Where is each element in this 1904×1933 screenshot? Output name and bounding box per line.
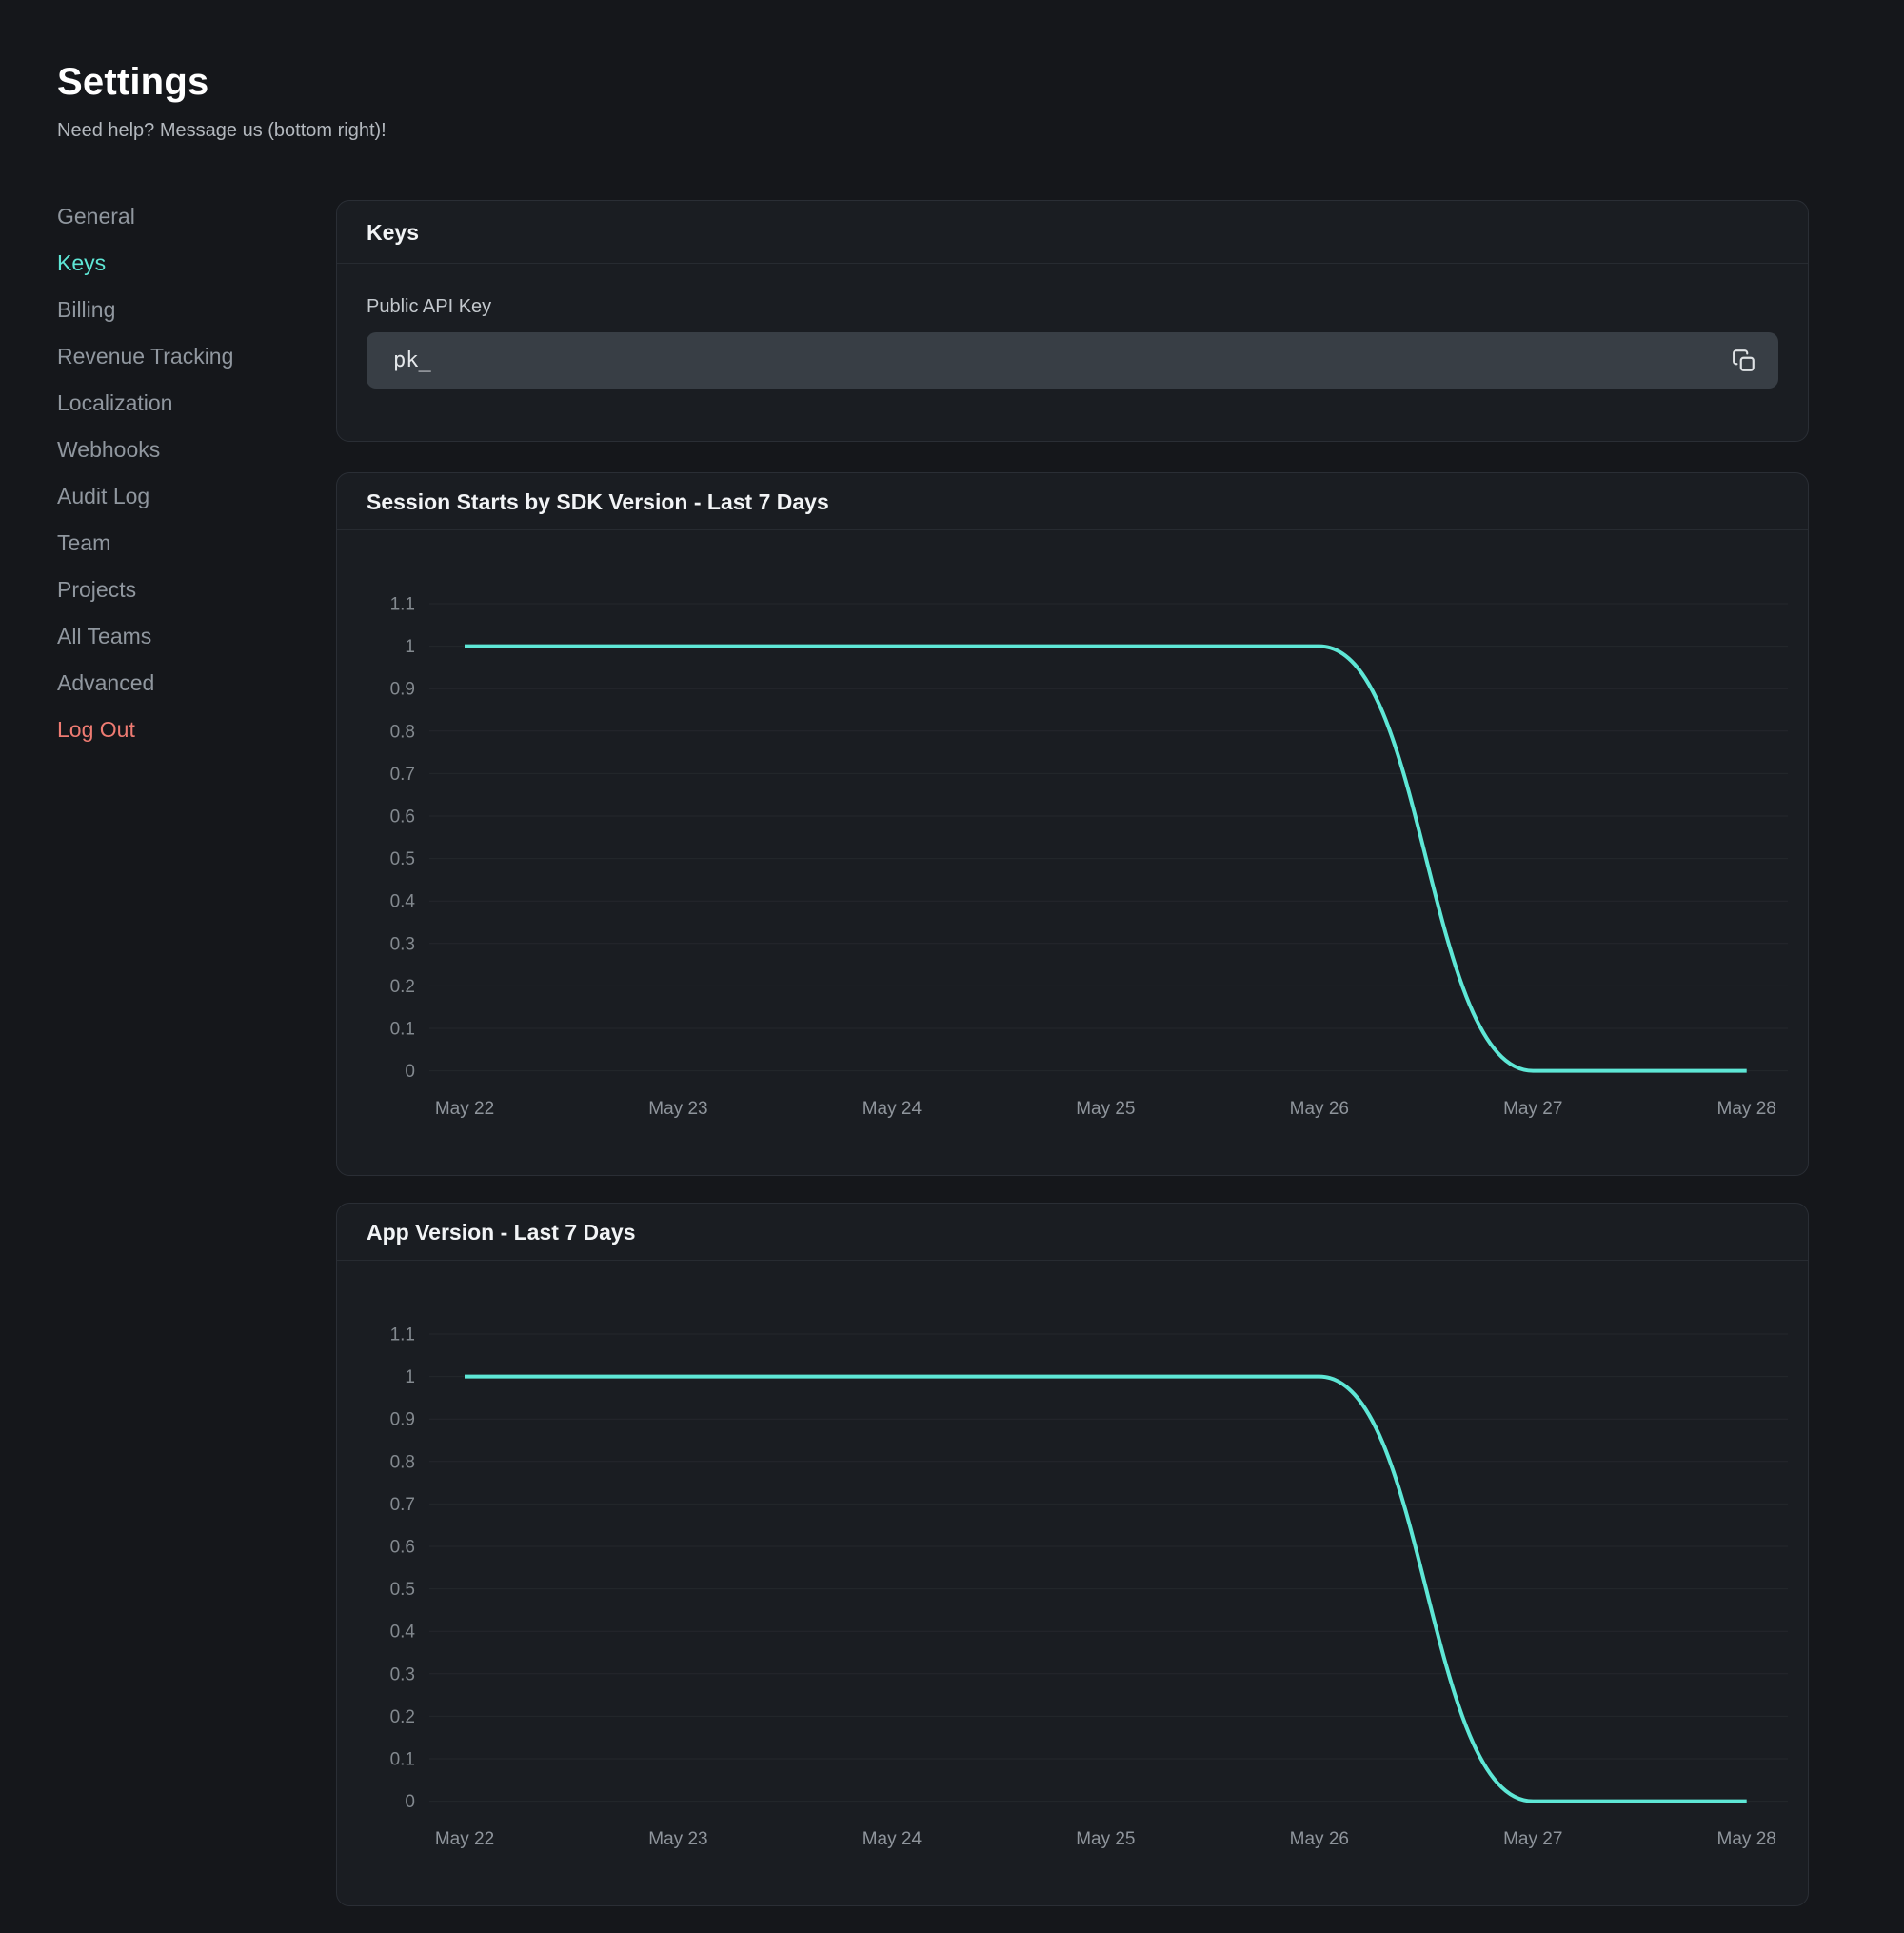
sidebar-item-audit-log[interactable]: Audit Log (57, 473, 295, 520)
y-tick-label: 0.1 (390, 1020, 415, 1040)
page-subtitle: Need help? Message us (bottom right)! (57, 118, 387, 143)
y-tick-label: 0.6 (390, 807, 415, 827)
keys-card-title: Keys (337, 201, 1808, 264)
y-tick-label: 0.2 (390, 977, 415, 997)
x-tick-label: May 23 (648, 1829, 707, 1849)
sidebar-item-localization[interactable]: Localization (57, 380, 295, 427)
x-tick-label: May 26 (1290, 1829, 1349, 1849)
y-tick-label: 0.3 (390, 934, 415, 954)
y-tick-label: 0 (405, 1062, 415, 1082)
api-key-row (367, 332, 1778, 389)
y-tick-label: 0.4 (390, 892, 416, 912)
x-tick-label: May 22 (435, 1099, 494, 1119)
copy-button[interactable] (1725, 342, 1763, 380)
line-chart: 1.1 1 0.9 0.8 0.7 0.6 0.5 0.4 0.3 0.2 0.1 0 May 22 Ma… (337, 1261, 1808, 1906)
line-chart: 1.1 1 0.9 0.8 0.7 0.6 0.5 0.4 0.3 0.2 0.1 0 May 22 Ma… (337, 530, 1808, 1176)
sidebar-item-advanced[interactable]: Advanced (57, 660, 295, 707)
sidebar-item-projects[interactable]: Projects (57, 567, 295, 613)
x-tick-label: May 24 (863, 1829, 922, 1849)
x-tick-label: May 28 (1717, 1829, 1776, 1849)
sidebar-item-general[interactable]: General (57, 193, 295, 240)
y-tick-label: 0.5 (390, 849, 415, 869)
x-tick-label: May 24 (863, 1099, 922, 1119)
chart-card-sdk-version: Session Starts by SDK Version - Last 7 D… (336, 472, 1809, 1176)
y-tick-label: 0.7 (390, 1495, 415, 1515)
copy-icon (1732, 349, 1756, 373)
y-tick-label: 1 (405, 1367, 415, 1387)
main-content: Keys Public API Key Session Starts by SD… (336, 200, 1809, 1933)
x-tick-label: May 25 (1076, 1099, 1135, 1119)
y-tick-label: 1.1 (390, 595, 415, 615)
charts-container: Session Starts by SDK Version - Last 7 D… (336, 472, 1809, 1906)
x-tick-label: May 27 (1503, 1829, 1562, 1849)
y-tick-label: 0.3 (390, 1664, 415, 1684)
x-tick-label: May 23 (648, 1099, 707, 1119)
sidebar-item-keys[interactable]: Keys (57, 240, 295, 287)
y-tick-label: 0.8 (390, 722, 415, 742)
chart-title: App Version - Last 7 Days (337, 1204, 1808, 1261)
x-tick-label: May 28 (1717, 1099, 1776, 1119)
y-tick-label: 0.5 (390, 1580, 415, 1600)
chart-card-app-version: App Version - Last 7 Days 1.1 1 0.9 0.8 0.7 0.… (336, 1203, 1809, 1906)
x-tick-label: May 22 (435, 1829, 494, 1849)
y-tick-label: 0.9 (390, 680, 415, 700)
y-tick-label: 0.6 (390, 1538, 415, 1558)
public-api-key-label: Public API Key (367, 294, 1778, 319)
page-title: Settings (57, 59, 387, 105)
y-tick-label: 0.9 (390, 1410, 415, 1430)
sidebar-item-webhooks[interactable]: Webhooks (57, 427, 295, 473)
sidebar-item-revenue-tracking[interactable]: Revenue Tracking (57, 333, 295, 380)
y-tick-label: 1.1 (390, 1325, 415, 1345)
x-tick-label: May 25 (1076, 1829, 1135, 1849)
api-key-input[interactable] (367, 332, 1778, 389)
page-header: Settings Need help? Message us (bottom r… (57, 59, 387, 143)
y-tick-label: 0.8 (390, 1452, 415, 1472)
y-tick-label: 0.7 (390, 765, 415, 785)
y-tick-label: 0.1 (390, 1750, 415, 1770)
sidebar-item-all-teams[interactable]: All Teams (57, 613, 295, 660)
y-tick-label: 0.4 (390, 1623, 416, 1643)
x-tick-label: May 26 (1290, 1099, 1349, 1119)
y-tick-label: 1 (405, 637, 415, 657)
sidebar-item-billing[interactable]: Billing (57, 287, 295, 333)
y-tick-label: 0 (405, 1792, 415, 1812)
keys-card: Keys Public API Key (336, 200, 1809, 442)
keys-card-body: Public API Key (337, 264, 1808, 389)
sidebar-item-log-out[interactable]: Log Out (57, 707, 295, 753)
sidebar-item-team[interactable]: Team (57, 520, 295, 567)
y-tick-label: 0.2 (390, 1707, 415, 1727)
sidebar: GeneralKeysBillingRevenue TrackingLocali… (57, 193, 295, 753)
chart-title: Session Starts by SDK Version - Last 7 D… (337, 473, 1808, 530)
x-tick-label: May 27 (1503, 1099, 1562, 1119)
